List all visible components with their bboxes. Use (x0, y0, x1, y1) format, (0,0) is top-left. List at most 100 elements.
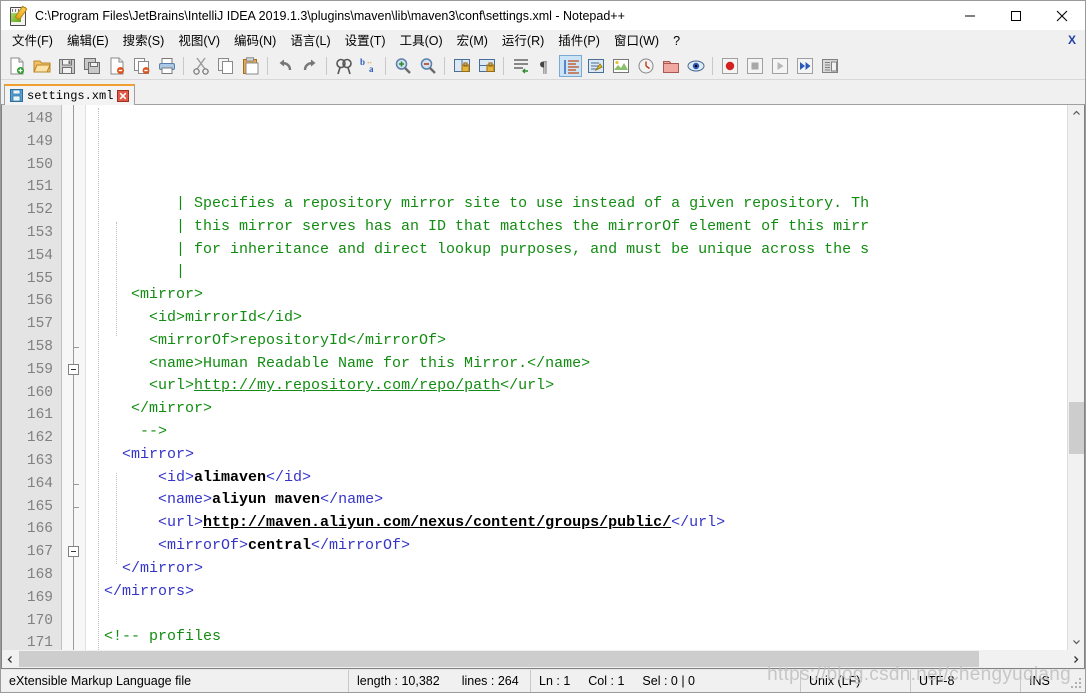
line-number: 164 (26, 475, 53, 492)
redo-icon[interactable] (298, 55, 321, 77)
code-text-area[interactable]: | Specifies a repository mirror site to … (86, 105, 1067, 650)
menu-view[interactable]: 视图(V) (171, 31, 227, 51)
indent-guide (98, 108, 99, 650)
show-symbol-icon[interactable] (609, 55, 632, 77)
indent-guide-icon[interactable] (559, 55, 582, 77)
code-segment: | for inheritance and direct lookup purp… (86, 240, 870, 258)
fold-collapse-icon[interactable] (68, 363, 79, 375)
sync-horizontal-icon[interactable] (475, 55, 498, 77)
code-segment[interactable]: http://my.repository.com/repo/path (194, 377, 500, 394)
replace-icon[interactable]: b ↔ a (357, 55, 380, 77)
zoom-in-icon[interactable] (391, 55, 414, 77)
record-macro-icon[interactable] (718, 55, 741, 77)
fold-marker-row[interactable] (62, 496, 85, 519)
menu-settings[interactable]: 设置(T) (338, 31, 393, 51)
fold-marker-row[interactable] (62, 564, 85, 587)
menu-search[interactable]: 搜索(S) (116, 31, 172, 51)
indent-guide (116, 222, 117, 336)
code-segment: central (248, 536, 312, 554)
sync-vertical-icon[interactable] (450, 55, 473, 77)
fold-marker-row[interactable] (62, 199, 85, 222)
maximize-button[interactable] (993, 1, 1039, 30)
fold-marker-row[interactable] (62, 154, 85, 177)
paste-icon[interactable] (239, 55, 262, 77)
fold-marker-row[interactable] (62, 131, 85, 154)
close-button[interactable] (1039, 1, 1085, 30)
fold-marker-row[interactable] (62, 450, 85, 473)
minimize-button[interactable] (947, 1, 993, 30)
menu-tools[interactable]: 工具(O) (393, 31, 450, 51)
fold-marker-row[interactable] (62, 404, 85, 427)
fold-marker-row[interactable] (62, 610, 85, 633)
print-icon[interactable] (155, 55, 178, 77)
zoom-out-icon[interactable] (416, 55, 439, 77)
fold-marker-row[interactable] (62, 473, 85, 496)
scroll-left-arrow[interactable] (2, 650, 19, 668)
playback-macro-icon[interactable] (768, 55, 791, 77)
folder-as-workspace-icon[interactable] (659, 55, 682, 77)
tab-settings-xml[interactable]: settings.xml (4, 84, 136, 105)
code-segment: <!-- profiles (86, 628, 222, 646)
word-wrap-icon[interactable] (509, 55, 532, 77)
menu-edit[interactable]: 编辑(E) (60, 31, 116, 51)
horizontal-scrollbar-thumb[interactable] (19, 651, 979, 667)
close-all-icon[interactable] (130, 55, 153, 77)
fold-marker-row[interactable] (62, 382, 85, 405)
fold-marker-row[interactable] (62, 632, 85, 650)
fold-marker-row[interactable] (62, 245, 85, 268)
fold-margin[interactable] (62, 105, 86, 650)
user-defined-language-icon[interactable] (584, 55, 607, 77)
fold-marker-row[interactable] (62, 313, 85, 336)
close-document-x-icon[interactable]: X (1068, 32, 1076, 48)
show-all-characters-icon[interactable]: ¶ (534, 55, 557, 77)
vertical-scrollbar-thumb[interactable] (1069, 402, 1084, 454)
tab-close-icon[interactable] (117, 89, 130, 102)
menu-file[interactable]: 文件(F) (5, 31, 60, 51)
save-icon[interactable] (55, 55, 78, 77)
copy-icon[interactable] (214, 55, 237, 77)
resize-grip-icon[interactable] (1071, 678, 1083, 690)
horizontal-scrollbar-track[interactable] (19, 650, 1067, 668)
fold-marker-row[interactable] (62, 336, 85, 359)
scroll-down-arrow[interactable] (1068, 633, 1084, 650)
save-macro-icon[interactable] (818, 55, 841, 77)
find-icon[interactable] (332, 55, 355, 77)
fold-marker-row[interactable] (62, 359, 85, 382)
fold-marker-row[interactable] (62, 541, 85, 564)
show-clock-icon[interactable] (634, 55, 657, 77)
status-eol-format[interactable]: Unix (LF) (801, 670, 911, 692)
menu-encoding[interactable]: 编码(N) (227, 31, 283, 51)
save-all-icon[interactable] (80, 55, 103, 77)
horizontal-scrollbar[interactable] (1, 650, 1085, 669)
code-segment: aliyun maven (212, 491, 321, 509)
code-segment[interactable]: http://maven.aliyun.com/nexus/content/gr… (203, 514, 671, 531)
fold-marker-row[interactable] (62, 268, 85, 291)
menu-run[interactable]: 运行(R) (495, 31, 551, 51)
scroll-right-arrow[interactable] (1067, 650, 1084, 668)
document-map-icon[interactable] (684, 55, 707, 77)
run-macro-multiple-icon[interactable] (793, 55, 816, 77)
stop-macro-icon[interactable] (743, 55, 766, 77)
fold-marker-row[interactable] (62, 290, 85, 313)
undo-icon[interactable] (273, 55, 296, 77)
fold-marker-row[interactable] (62, 176, 85, 199)
vertical-scrollbar[interactable] (1067, 105, 1084, 650)
menu-help[interactable]: ? (666, 31, 687, 51)
fold-collapse-icon[interactable] (68, 546, 79, 558)
cut-icon[interactable] (189, 55, 212, 77)
menu-plugins[interactable]: 插件(P) (551, 31, 607, 51)
menu-window[interactable]: 窗口(W) (607, 31, 666, 51)
fold-marker-row[interactable] (62, 518, 85, 541)
editor-main[interactable]: 148 149 150 151 152 153 154 155 156 157 158 159 160 1… (2, 105, 1067, 650)
fold-marker-row[interactable] (62, 427, 85, 450)
fold-marker-row[interactable] (62, 222, 85, 245)
close-file-icon[interactable] (105, 55, 128, 77)
menu-language[interactable]: 语言(L) (283, 31, 337, 51)
fold-marker-row[interactable] (62, 587, 85, 610)
open-file-icon[interactable] (30, 55, 53, 77)
menu-macro[interactable]: 宏(M) (450, 31, 495, 51)
new-file-icon[interactable] (5, 55, 28, 77)
status-encoding[interactable]: UTF-8 (911, 670, 1021, 692)
fold-marker-row[interactable] (62, 108, 85, 131)
scroll-up-arrow[interactable] (1068, 105, 1084, 122)
